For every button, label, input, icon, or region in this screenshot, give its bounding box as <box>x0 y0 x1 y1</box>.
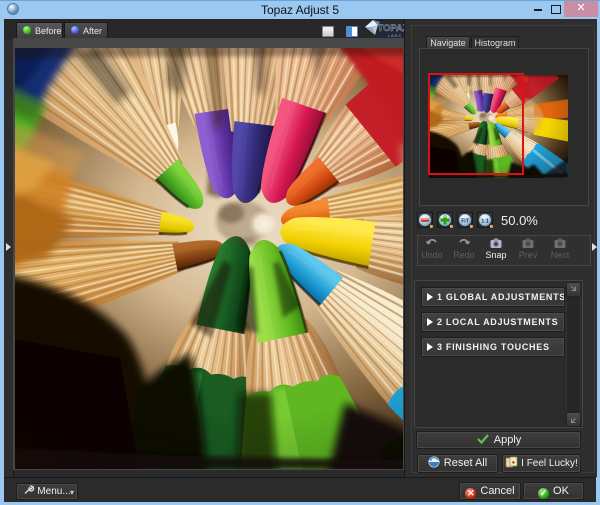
svg-text:1:1: 1:1 <box>481 218 488 224</box>
svg-text:FIT: FIT <box>461 218 469 224</box>
